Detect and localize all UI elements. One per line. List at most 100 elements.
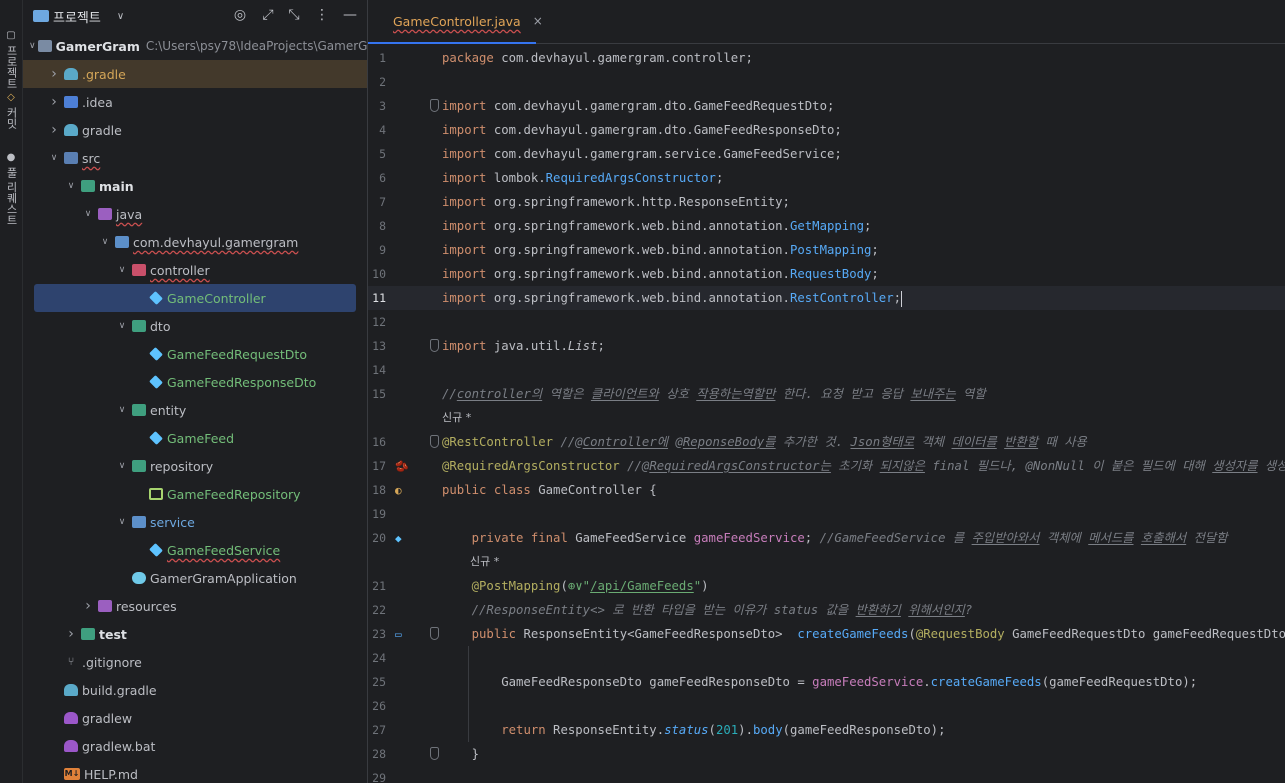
chevron-down-icon[interactable]: ∨ [114,461,130,471]
code-line[interactable]: 13 import java.util.List; [368,334,1285,358]
chevron-right-icon[interactable]: › [80,598,96,614]
code-line[interactable]: 15 //controller의 역할은 클라이언트와 상호 작용하는역할만 한다… [368,382,1285,406]
project-panel-title[interactable]: 프로젝트 [53,7,101,26]
tree-item-idea[interactable]: › .idea [23,88,367,116]
chevron-down-icon[interactable]: ∨ [97,237,113,247]
code-line[interactable]: 12 [368,310,1285,334]
gutter-marker-icon[interactable]: ◐ [395,484,402,497]
code-line[interactable]: 27 return ResponseEntity.status(201).bod… [368,718,1285,742]
tree-item-dto[interactable]: ∨ dto [23,312,367,340]
tree-item-gradle[interactable]: › .gradle [23,60,367,88]
code-line[interactable]: 29 [368,766,1285,783]
tree-item-gitignore[interactable]: ⑂ .gitignore [23,648,367,676]
cube-icon [149,375,163,389]
expand-all-icon[interactable]: ⤢ [259,7,277,23]
tree-item-gamergramapplication[interactable]: GamerGramApplication [23,564,367,592]
options-icon[interactable]: ⋮ [313,7,331,23]
chevron-down-icon[interactable]: ∨ [46,153,62,163]
chevron-down-icon[interactable]: ∨ [63,181,79,191]
tree-item-label: src [82,150,101,166]
fold-icon[interactable] [430,339,439,352]
code-line[interactable]: 28 } [368,742,1285,766]
code-line[interactable]: 16 @RestController //@Controller에 @Repons… [368,430,1285,454]
code-line[interactable]: 17 🫘 @RequiredArgsConstructor //@RequiredA… [368,454,1285,478]
tree-item-com-devhayul-gamergram[interactable]: ∨ com.devhayul.gamergram [23,228,367,256]
chevron-right-icon[interactable]: › [63,626,79,642]
tree-item-gamefeedrequestdto[interactable]: GameFeedRequestDto [23,340,367,368]
chevron-down-icon[interactable]: ∨ [114,265,130,275]
chevron-down-icon[interactable]: ∨ [114,321,130,331]
fold-icon[interactable] [430,747,439,760]
minimize-icon[interactable]: — [341,7,359,23]
tree-item-service[interactable]: ∨ service [23,508,367,536]
tree-item-main[interactable]: ∨ main [23,172,367,200]
code-line[interactable]: 7 import org.springframework.http.Respons… [368,190,1285,214]
tree-item-help-md[interactable]: M↓ HELP.md [23,760,367,783]
code-line[interactable]: 3 import com.devhayul.gamergram.dto.GameF… [368,94,1285,118]
tree-item-gradle[interactable]: › gradle [23,116,367,144]
tree-item-gradlew[interactable]: gradlew [23,704,367,732]
tree-item-repository[interactable]: ∨ repository [23,452,367,480]
code-line[interactable]: 8 import org.springframework.web.bind.ann… [368,214,1285,238]
tree-item-resources[interactable]: › resources [23,592,367,620]
code-line[interactable]: 22 //ResponseEntity<> 로 반환 타입을 받는 이유가 st… [368,598,1285,622]
tree-item-gamefeedservice[interactable]: GameFeedService [23,536,367,564]
tree-item-gamecontroller[interactable]: GameController [34,284,356,312]
chevron-down-icon[interactable]: ∨ [80,209,96,219]
strip-project[interactable]: ▢ 프로젝트 [2,30,20,89]
locate-icon[interactable]: ◎ [231,7,249,23]
gutter-marker-icon[interactable]: 🫘 [395,460,409,473]
code-line[interactable]: 6 import lombok.RequiredArgsConstructor; [368,166,1285,190]
code-line[interactable]: 21 @PostMapping(⊕∨"/api/GameFeeds") [368,574,1285,598]
tree-item-test[interactable]: › test [23,620,367,648]
code-line[interactable]: 2 [368,70,1285,94]
code-line[interactable]: 5 import com.devhayul.gamergram.service.G… [368,142,1285,166]
gutter-marker-icon[interactable]: ◆ [395,532,402,545]
code-line[interactable]: 11 import org.springframework.web.bind.an… [368,286,1285,310]
tree-item-gamefeed[interactable]: GameFeed [23,424,367,452]
chevron-right-icon[interactable]: › [46,66,62,82]
code-line[interactable]: 14 [368,358,1285,382]
tree-item-gamergram[interactable]: ∨ GamerGram C:\Users\psy78\IdeaProjects\Ga… [23,32,367,60]
code-line[interactable]: 18 ◐ public class GameController { [368,478,1285,502]
fold-icon[interactable] [430,627,439,640]
tree-item-gradlew-bat[interactable]: gradlew.bat [23,732,367,760]
tree-item-controller[interactable]: ∨ controller [23,256,367,284]
inlay-hint-usages[interactable]: 신규 * [368,550,1285,574]
fold-icon[interactable] [430,99,439,112]
chevron-right-icon[interactable]: › [46,94,62,110]
fold-icon[interactable] [430,435,439,448]
tree-item-gamefeedresponsedto[interactable]: GameFeedResponseDto [23,368,367,396]
chevron-right-icon[interactable]: › [46,122,62,138]
code-line[interactable]: 9 import org.springframework.web.bind.ann… [368,238,1285,262]
code-line[interactable]: 26 [368,694,1285,718]
tree-item-entity[interactable]: ∨ entity [23,396,367,424]
tree-item-src[interactable]: ∨ src [23,144,367,172]
gutter-marker-icon[interactable]: ▭ [395,628,402,641]
chevron-down-icon[interactable]: ∨ [29,41,36,51]
inlay-hint-usages[interactable]: 신규 * [368,406,1285,430]
collapse-all-icon[interactable]: ⤡ [285,7,303,23]
code-line[interactable]: 1 package com.devhayul.gamergram.controll… [368,46,1285,70]
line-number: 24 [372,651,386,665]
tree-item-label: .gitignore [82,654,142,670]
code-line[interactable]: 4 import com.devhayul.gamergram.dto.GameF… [368,118,1285,142]
code-line[interactable]: 23 ▭ public ResponseEntity<GameFeedRespon… [368,622,1285,646]
tree-item-label: GamerGramApplication [150,570,297,586]
code-line[interactable]: 10 import org.springframework.web.bind.an… [368,262,1285,286]
code-line[interactable]: 25 GameFeedResponseDto gameFeedResponseD… [368,670,1285,694]
code-area[interactable]: 1 package com.devhayul.gamergram.controll… [368,46,1285,783]
strip-pull-requests[interactable]: ● 풀 리퀘스트 [2,152,20,226]
code-line[interactable]: 24 [368,646,1285,670]
code-line[interactable]: 20 ◆ private final GameFeedService gameFe… [368,526,1285,550]
close-icon[interactable]: × [533,14,543,28]
tree-item-gamefeedrepository[interactable]: GameFeedRepository [23,480,367,508]
code-line[interactable]: 19 [368,502,1285,526]
tree-item-java[interactable]: ∨ java [23,200,367,228]
tab-gamecontroller[interactable]: GameController.java × [368,0,543,44]
chevron-down-icon[interactable]: ∨ [117,11,124,22]
tree-item-build-gradle[interactable]: build.gradle [23,676,367,704]
chevron-down-icon[interactable]: ∨ [114,517,130,527]
chevron-down-icon[interactable]: ∨ [114,405,130,415]
strip-commit[interactable]: ◇ 커밋 [2,92,20,129]
